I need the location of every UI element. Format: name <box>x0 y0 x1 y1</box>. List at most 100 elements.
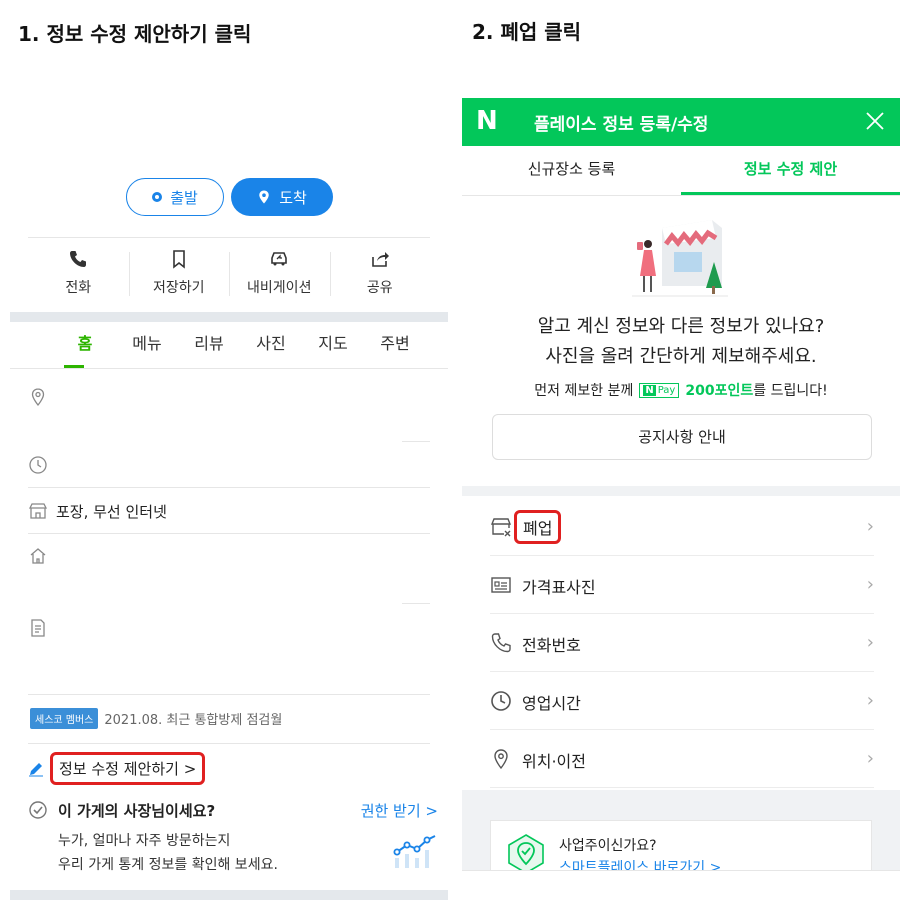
reward-points: 200포인트 <box>685 383 754 399</box>
call-action[interactable]: 전화 <box>28 238 129 308</box>
location-pin-icon <box>494 749 508 770</box>
step-1-title: 1. 정보 수정 제안하기 클릭 <box>18 22 252 46</box>
divider <box>28 533 430 534</box>
home-icon <box>28 546 48 566</box>
save-label: 저장하기 <box>152 280 205 296</box>
divider <box>402 603 430 604</box>
share-icon <box>371 252 389 267</box>
check-circle-icon <box>29 801 47 819</box>
divider <box>28 743 430 744</box>
price-list-icon <box>491 577 511 593</box>
phone-icon <box>491 633 511 653</box>
report-message-1: 알고 계신 정보와 다른 정보가 있나요? <box>537 316 825 337</box>
business-hours-label: 영업시간 <box>522 694 581 713</box>
tab-suggest-edit[interactable]: 정보 수정 제안 <box>681 146 900 195</box>
chevron-right-icon: › <box>866 632 874 653</box>
location-pin-icon <box>259 190 269 204</box>
call-label: 전화 <box>65 280 92 296</box>
tabs-divider <box>10 368 448 369</box>
share-action[interactable]: 공유 <box>329 238 431 308</box>
reward-row: 먼저 제보한 분께 N Pay 200포인트를 드립니다! <box>462 380 900 400</box>
depart-button[interactable]: 출발 <box>126 178 224 216</box>
smartplace-icon <box>508 834 544 870</box>
tab-new-place[interactable]: 신규장소 등록 <box>462 146 681 195</box>
suggest-edit-row: 정보 수정 제안하기 > <box>28 752 206 785</box>
origin-dot-icon <box>152 192 163 202</box>
price-list-label: 가격표사진 <box>522 578 596 597</box>
navigation-action[interactable]: 내비게이션 <box>229 238 330 308</box>
place-detail-panel: 출발 도착 전화 저장하기 내비게이션 공유 홈 메뉴 리뷰 사진 지도 주변 … <box>10 60 448 900</box>
owner-title: 이 가게의 사장님이세요? <box>58 802 216 820</box>
location-label: 위치·이전 <box>522 752 586 771</box>
navigation-label: 내비게이션 <box>247 280 312 296</box>
inspection-text: 2021.08. 최근 통합방제 점검월 <box>104 713 283 728</box>
cesco-badge: 세스코 멤버스 <box>30 708 99 729</box>
bookmark-icon <box>172 250 185 269</box>
clock-icon <box>491 691 511 711</box>
step-2-title: 2. 폐업 클릭 <box>472 20 582 44</box>
get-permission-link[interactable]: 권한 받기 > <box>361 800 438 821</box>
tab-map[interactable]: 지도 <box>302 330 364 368</box>
store-icon <box>28 501 48 521</box>
pencil-icon <box>29 762 43 776</box>
reward-prefix: 먼저 제보한 분께 <box>534 383 634 399</box>
business-owner-question: 사업주이신가요? <box>559 838 657 854</box>
section-separator <box>462 486 900 496</box>
report-message-2: 사진을 올려 간단하게 제보해주세요. <box>545 346 817 367</box>
car-icon <box>271 252 288 266</box>
phone-icon <box>70 251 87 267</box>
owner-description-1: 누가, 얼마나 자주 방문하는지 <box>58 833 231 849</box>
closed-label[interactable]: 폐업 <box>514 510 562 544</box>
price-list-item[interactable]: 가격표사진 › <box>490 556 874 614</box>
inspection-row: 세스코 멤버스 2021.08. 최근 통합방제 점검월 <box>30 708 282 729</box>
location-pin-icon <box>28 387 48 407</box>
reward-suffix: 를 드립니다! <box>753 383 828 399</box>
chevron-right-icon: › <box>866 574 874 595</box>
depart-label: 출발 <box>170 188 198 207</box>
tab-photo[interactable]: 사진 <box>240 330 302 368</box>
npay-n: N <box>643 384 656 396</box>
chevron-right-icon: › <box>866 516 874 537</box>
business-owner-card: 사업주이신가요? 스마트플레이스 바로가기 > <box>490 820 872 870</box>
action-bar: 전화 저장하기 내비게이션 공유 <box>28 238 430 308</box>
owner-description-2: 우리 가게 통계 정보를 확인해 보세요. <box>58 857 278 873</box>
closed-store-icon <box>490 518 512 537</box>
closed-item[interactable]: 폐업 › <box>490 498 874 556</box>
place-edit-panel: N 플레이스 정보 등록/수정 신규장소 등록 정보 수정 제안 알고 계신 정… <box>462 98 900 871</box>
amenities-text: 포장, 무선 인터넷 <box>56 503 167 521</box>
panel-title: 플레이스 정보 등록/수정 <box>534 115 709 135</box>
npay-label: Pay <box>657 384 676 396</box>
document-icon <box>28 618 48 638</box>
smartplace-link[interactable]: 스마트플레이스 바로가기 > <box>559 857 721 870</box>
tab-home[interactable]: 홈 <box>54 330 116 368</box>
panel-header: N 플레이스 정보 등록/수정 <box>462 98 900 146</box>
section-separator <box>10 890 448 900</box>
arrive-button[interactable]: 도착 <box>231 178 333 216</box>
phone-number-label: 전화번호 <box>522 636 581 655</box>
place-tabs: 홈 메뉴 리뷰 사진 지도 주변 <box>54 330 426 368</box>
share-label: 공유 <box>366 280 393 296</box>
tab-nearby[interactable]: 주변 <box>364 330 426 368</box>
edit-tabs: 신규장소 등록 정보 수정 제안 <box>462 146 900 196</box>
arrive-label: 도착 <box>279 188 307 207</box>
store-illustration <box>632 220 728 297</box>
divider <box>28 487 430 488</box>
business-hours-item[interactable]: 영업시간 › <box>490 672 874 730</box>
divider <box>402 441 430 442</box>
save-action[interactable]: 저장하기 <box>128 238 230 308</box>
clock-icon <box>28 455 48 475</box>
npay-logo: N Pay <box>639 382 680 398</box>
tab-menu[interactable]: 메뉴 <box>116 330 178 368</box>
stats-chart-icon <box>393 835 436 868</box>
section-separator <box>10 312 448 322</box>
suggest-edit-link[interactable]: 정보 수정 제안하기 > <box>50 752 206 785</box>
chevron-right-icon: › <box>866 690 874 711</box>
phone-number-item[interactable]: 전화번호 › <box>490 614 874 672</box>
close-icon[interactable] <box>864 110 886 132</box>
divider <box>28 694 430 695</box>
tab-review[interactable]: 리뷰 <box>178 330 240 368</box>
chevron-right-icon: › <box>866 748 874 769</box>
location-item[interactable]: 위치·이전 › <box>490 730 874 788</box>
notice-button[interactable]: 공지사항 안내 <box>492 414 872 460</box>
naver-logo: N <box>476 106 498 136</box>
